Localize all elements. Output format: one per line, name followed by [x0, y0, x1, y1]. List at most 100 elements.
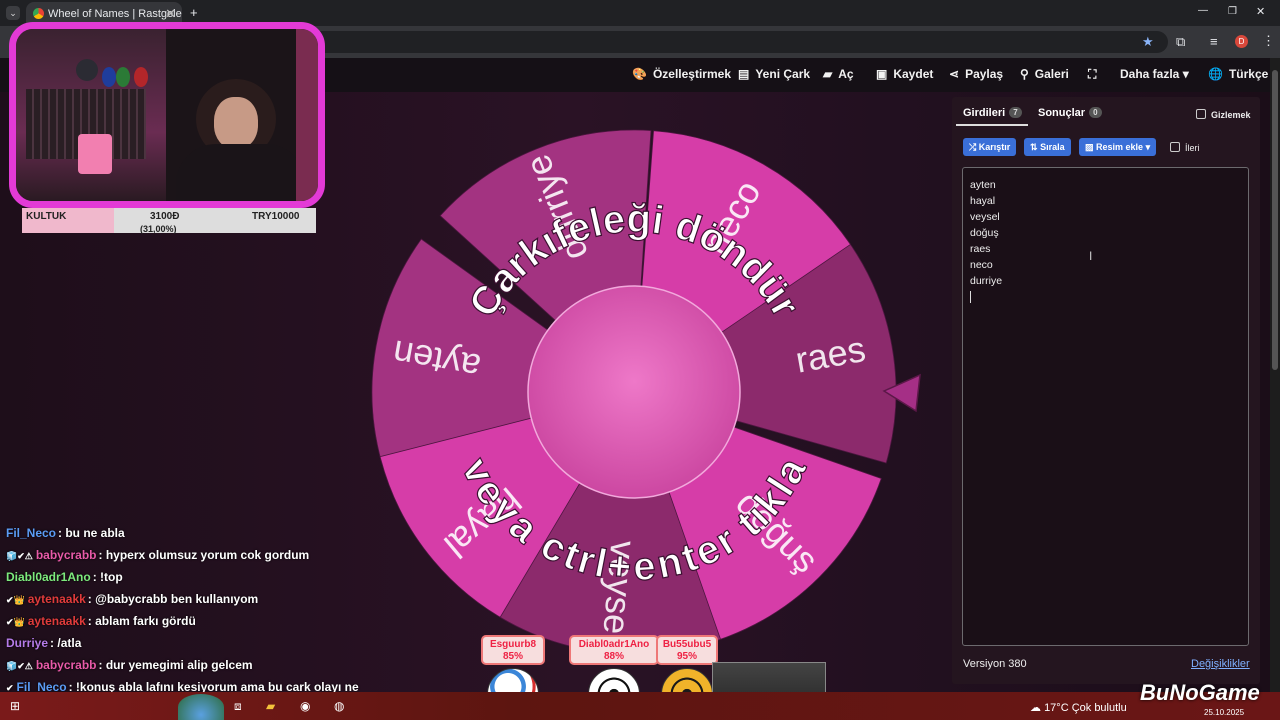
chat-badges-icon: 🧊✔⚠: [6, 551, 33, 561]
weather-widget[interactable]: ☁ 17°C Çok bulutlu: [1030, 701, 1127, 714]
palette-icon: 🎨: [632, 67, 647, 81]
ball-player-name: Bu55ubu5: [662, 639, 712, 650]
more-menu[interactable]: Daha fazla ▾: [1120, 67, 1189, 81]
add-image-label: Resim ekle: [1096, 142, 1144, 152]
chat-badges-icon: ✔👑: [6, 617, 25, 627]
maximize-button[interactable]: ❐: [1228, 6, 1237, 17]
image-icon: ▨: [1085, 142, 1094, 152]
save-button[interactable]: ▣ Kaydet: [876, 67, 933, 81]
chrome-taskbar-icon[interactable]: ◉: [300, 699, 310, 713]
chat-message: Diabl0adr1Ano: !top: [6, 570, 123, 584]
chat-text: : hyperx olumsuz yorum cok gordum: [98, 548, 310, 562]
entries-textarea[interactable]: ayten hayal veysel doğuş raes neco durriye: [962, 167, 1249, 646]
language-selector[interactable]: 🌐 Türkçe: [1208, 67, 1268, 81]
chat-text: : @babycrabb ben kullanıyom: [87, 592, 259, 606]
chat-username: Durriye: [6, 636, 49, 650]
share-label: Paylaş: [965, 67, 1004, 81]
entry-line[interactable]: doğuş: [970, 225, 1241, 241]
task-view-icon[interactable]: ⧈: [234, 699, 242, 714]
minimize-button[interactable]: —: [1198, 5, 1208, 16]
ball-card: Bu55ubu5 95%: [656, 635, 718, 665]
open-button[interactable]: ▰ Aç: [823, 67, 854, 81]
chat-text: : !top: [92, 570, 123, 584]
extensions-icon[interactable]: ⧉: [1176, 34, 1185, 50]
hide-checkbox[interactable]: [1196, 109, 1206, 119]
tab-entries[interactable]: Girdileri 7: [963, 107, 1022, 119]
chat-username: aytenaakk: [27, 592, 86, 606]
entry-line[interactable]: ayten: [970, 177, 1241, 193]
widget-globe-icon[interactable]: [178, 694, 224, 720]
cloud-icon: ☁: [1030, 702, 1041, 714]
entry-line[interactable]: neco: [970, 257, 1241, 273]
chat-text: : /atla: [50, 636, 82, 650]
globe-icon: 🌐: [1208, 67, 1223, 81]
entries-panel: Girdileri 7 Sonuçlar 0 Gizlemek ⤮ Karıştır…: [952, 97, 1260, 684]
ball-player-name: Esguurb8: [489, 639, 537, 650]
chat-text: : bu ne abla: [58, 526, 125, 540]
entries-count-badge: 7: [1009, 107, 1022, 118]
hide-toggle[interactable]: Gizlemek: [1196, 109, 1251, 120]
brand-watermark: BuNoGame: [1140, 680, 1260, 705]
entry-line[interactable]: durriye: [970, 273, 1241, 289]
tab-entries-label: Girdileri: [963, 107, 1006, 119]
stats-mid: 3100Đ: [150, 211, 180, 222]
spin-wheel[interactable]: aytenhayalveyseldoğuşraesnecodurriye Çar…: [370, 128, 898, 656]
browser-menu-icon[interactable]: ⋮: [1262, 33, 1275, 49]
shuffle-button[interactable]: ⤮ Karıştır: [963, 138, 1017, 156]
chat-username: Diabl0adr1Ano: [6, 570, 91, 584]
webcam-overlay: [9, 22, 325, 208]
changes-link[interactable]: Değişiklikler: [1191, 658, 1250, 670]
chat-text: : ablam farkı gördü: [87, 614, 196, 628]
tab-list-button[interactable]: ⌄: [6, 6, 20, 20]
add-image-button[interactable]: ▨ Resim ekle ▾: [1079, 138, 1157, 156]
shuffle-icon: ⤮: [969, 142, 977, 152]
tab-close-icon[interactable]: ✕: [165, 6, 176, 22]
new-wheel-button[interactable]: ▤ Yeni Çark: [738, 67, 810, 81]
chat-message: Durriye: /atla: [6, 636, 81, 650]
customize-button[interactable]: 🎨 Özelleştirmek: [632, 67, 731, 81]
tab-results[interactable]: Sonuçlar 0: [1038, 107, 1102, 119]
weather-text: 17°C Çok bulutlu: [1044, 702, 1127, 714]
advanced-label: İleri: [1185, 143, 1200, 153]
gallery-button[interactable]: ⚲ Galeri: [1020, 67, 1069, 81]
chat-username: babycrabb: [35, 548, 97, 562]
wheel-center[interactable]: [527, 285, 741, 499]
sort-icon: ⇅: [1030, 142, 1038, 152]
caret-down-icon: ▾: [1145, 142, 1151, 152]
advanced-checkbox[interactable]: [1170, 142, 1180, 152]
media-control-icon[interactable]: ≡: [1210, 34, 1218, 49]
entry-line[interactable]: hayal: [970, 193, 1241, 209]
sort-label: Sırala: [1040, 142, 1065, 152]
profile-avatar[interactable]: D: [1235, 35, 1248, 48]
caret-down-icon: ▾: [1182, 67, 1189, 81]
start-icon[interactable]: ⊞: [10, 699, 20, 713]
share-button[interactable]: ⋖ Paylaş: [949, 67, 1003, 81]
obs-taskbar-icon[interactable]: ◍: [334, 699, 344, 713]
entry-line[interactable]: raes: [970, 241, 1241, 257]
more-label: Daha fazla: [1120, 67, 1180, 81]
address-field[interactable]: [300, 31, 1168, 53]
bookmark-star-icon[interactable]: ★: [1142, 34, 1154, 50]
fullscreen-button[interactable]: ⛶: [1088, 67, 1096, 82]
page-scrollbar[interactable]: [1270, 58, 1280, 692]
folder-icon: ▰: [823, 67, 833, 81]
search-icon: ⚲: [1020, 67, 1029, 81]
file-explorer-icon[interactable]: ▰: [266, 699, 275, 713]
ball-percentage: 88%: [603, 651, 624, 662]
wheel-pointer-icon: [882, 373, 921, 413]
chat-username: Fil_Neco: [6, 526, 57, 540]
chat-message: Fil_Neco: bu ne abla: [6, 526, 125, 540]
chat-username: aytenaakk: [27, 614, 86, 628]
fullscreen-icon: ⛶: [1088, 67, 1097, 81]
ball-player-name: Diabl0adr1Ano: [578, 639, 650, 650]
floppy-icon: ▣: [876, 67, 888, 81]
chat-text: : dur yemegimi alip gelcem: [98, 658, 253, 672]
new-tab-button[interactable]: +: [190, 5, 198, 20]
stats-bar: KULTUK 3100Đ TRY10000 (31,00%): [22, 208, 316, 234]
save-label: Kaydet: [893, 67, 934, 81]
scrollbar-thumb[interactable]: [1272, 70, 1278, 370]
close-window-button[interactable]: ✕: [1256, 5, 1265, 18]
advanced-toggle[interactable]: İleri: [1170, 142, 1200, 153]
sort-button[interactable]: ⇅ Sırala: [1024, 138, 1071, 156]
entry-line[interactable]: veysel: [970, 209, 1241, 225]
